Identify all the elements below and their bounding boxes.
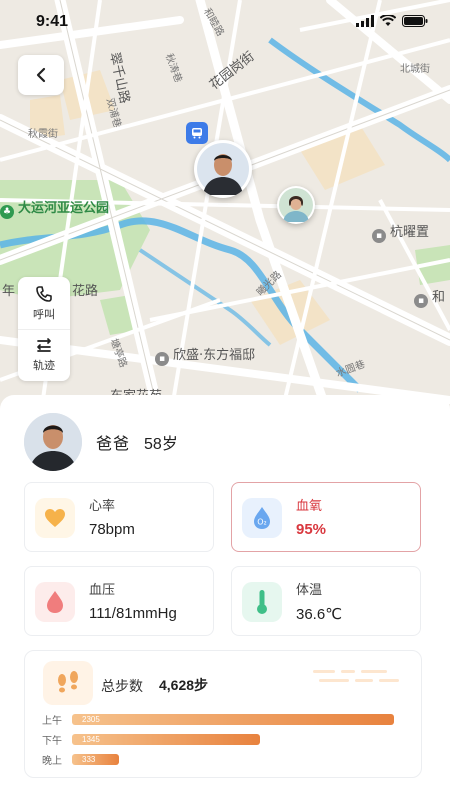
map-view[interactable]: 和睦路 花园岗街 翠千山路 北城街 秋涛巷 秋霞街 双浦巷 曦光路 花路 塘亭路… — [0, 0, 450, 420]
road-label: 秋霞街 — [28, 129, 58, 140]
card-icon-bg — [35, 582, 75, 622]
poi-label: 和 — [432, 290, 446, 305]
phone-icon — [36, 285, 52, 302]
blood-oxygen-label: 血氧 — [296, 498, 323, 513]
bar-label: 晚上 — [42, 756, 62, 767]
steps-bar-afternoon: 下午 1345 — [42, 733, 394, 747]
bar-label: 上午 — [42, 716, 62, 727]
avatar — [24, 413, 82, 471]
bar-value: 333 — [82, 755, 96, 764]
park-poi[interactable]: ♣ 大运河亚运公园 — [0, 197, 109, 219]
steps-card[interactable]: 总步数 4,628步 上午 2305 下午 1345 晚上 333 — [24, 650, 422, 778]
road-label: 花路 — [72, 284, 99, 299]
poi-edge-label: 年 — [2, 284, 16, 299]
temperature-value: 36.6℃ — [296, 606, 343, 623]
track-label: 轨迹 — [33, 360, 55, 372]
bar-fill: 2305 — [72, 714, 394, 725]
bar-label: 下午 — [42, 736, 62, 747]
wifi-icon — [380, 15, 396, 26]
heart-rate-label: 心率 — [89, 498, 116, 513]
cellular-signal-icon — [356, 15, 374, 27]
call-button[interactable]: 呼叫 — [18, 277, 70, 329]
father-location-pin[interactable] — [194, 140, 252, 198]
heart-rate-value: 78bpm — [89, 521, 135, 538]
status-bar: 9:41 — [0, 0, 450, 44]
road-label: 北城街 — [400, 64, 430, 75]
bar-track: 2305 — [72, 714, 394, 725]
track-button[interactable]: 轨迹 — [18, 329, 70, 381]
call-label: 呼叫 — [33, 308, 55, 321]
bar-fill: 1345 — [72, 734, 260, 745]
bar-track: 333 — [72, 754, 394, 765]
card-icon-bg — [242, 582, 282, 622]
temperature-card[interactable]: 体温 36.6℃ — [231, 566, 421, 636]
card-icon-bg — [35, 498, 75, 538]
person-name: 爸爸 — [96, 436, 131, 453]
blood-pressure-value: 111/81mmHg — [89, 605, 177, 622]
blood-pressure-card[interactable]: 血压 111/81mmHg — [24, 566, 214, 636]
map-tools: 呼叫 轨迹 — [18, 277, 70, 381]
status-time: 9:41 — [36, 13, 69, 30]
steps-decoration — [313, 670, 399, 682]
poi[interactable]: ▪ 欣盛·东方福邸 — [155, 344, 255, 366]
bar-track: 1345 — [72, 734, 394, 745]
thermometer-icon — [257, 590, 267, 614]
steps-title: 总步数 — [101, 678, 143, 694]
mother-location-pin[interactable] — [277, 186, 315, 224]
poi-label: 杭曜置 — [390, 225, 430, 240]
card-icon-bg: O₂ — [242, 498, 282, 538]
steps-bar-evening: 晚上 333 — [42, 753, 394, 767]
poi[interactable]: ▪ 杭曜置 — [372, 221, 429, 243]
bus-icon — [192, 128, 202, 139]
heart-rate-card[interactable]: 心率 78bpm — [24, 482, 214, 552]
footprints-icon — [58, 671, 78, 693]
bus-stop-marker[interactable] — [186, 122, 208, 144]
bar-value: 2305 — [82, 715, 100, 724]
person-age: 58岁 — [144, 436, 178, 453]
heart-icon — [45, 509, 65, 527]
route-icon — [37, 338, 51, 352]
temperature-label: 体温 — [296, 582, 323, 597]
park-icon: ♣ — [0, 205, 14, 219]
father-avatar-icon — [197, 143, 249, 195]
back-button[interactable] — [18, 55, 64, 95]
bar-value: 1345 — [82, 735, 100, 744]
steps-bar-morning: 上午 2305 — [42, 713, 394, 727]
blood-drop-icon — [47, 591, 63, 613]
park-poi-label: 大运河亚运公园 — [18, 201, 110, 216]
bar-fill: 333 — [72, 754, 119, 765]
building-icon: ▪ — [372, 229, 386, 243]
poi-edge[interactable]: ▪ 和 — [414, 286, 445, 308]
building-icon: ▪ — [414, 294, 428, 308]
mother-avatar-icon — [279, 188, 313, 222]
svg-text:O₂: O₂ — [257, 518, 267, 527]
blood-oxygen-card[interactable]: O₂ 血氧 95% — [231, 482, 421, 552]
poi-label: 欣盛·东方福邸 — [173, 348, 256, 363]
father-avatar-icon — [24, 413, 82, 471]
oxygen-drop-icon: O₂ — [254, 507, 270, 529]
steps-total: 4,628步 — [159, 677, 209, 693]
person-header[interactable]: 爸爸 58岁 — [24, 413, 178, 471]
blood-pressure-label: 血压 — [89, 582, 116, 597]
steps-icon-bg — [43, 661, 93, 705]
building-icon: ▪ — [155, 352, 169, 366]
health-panel: 爸爸 58岁 心率 78bpm O₂ 血氧 95% 血压 111/81mmHg … — [0, 395, 450, 800]
blood-oxygen-value: 95% — [296, 521, 327, 538]
battery-icon — [402, 15, 428, 27]
chevron-left-icon — [36, 67, 46, 83]
status-icons — [356, 15, 428, 27]
